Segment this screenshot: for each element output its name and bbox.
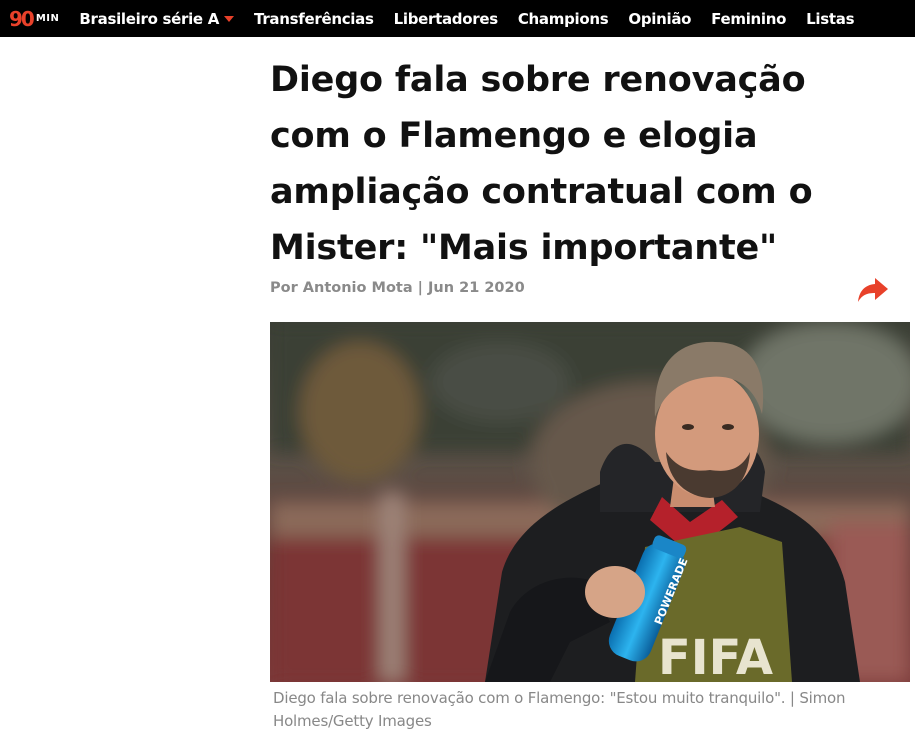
nav-item-brasileiro-serie-a[interactable]: Brasileiro série A <box>79 9 235 28</box>
nav-item-label: Transferências <box>254 9 374 28</box>
chevron-down-icon <box>224 15 235 22</box>
nav-item-label: Opinião <box>628 9 692 28</box>
article-hero-image: FIFA POWERADE <box>270 322 910 682</box>
nav-menu: Brasileiro série A Transferências Libert… <box>79 0 874 37</box>
article-byline: Por Antonio Mota | Jun 21 2020 <box>270 280 525 296</box>
share-button[interactable] <box>857 276 889 304</box>
headline-line: Mister: "Mais importante" <box>270 228 778 268</box>
nav-item-listas[interactable]: Listas <box>806 10 854 28</box>
player-photo: FIFA POWERADE <box>270 322 910 682</box>
caption-line: Diego fala sobre renovação com o Flameng… <box>273 689 846 707</box>
nav-item-opiniao[interactable]: Opinião <box>628 10 691 28</box>
headline-line: ampliação contratual com o <box>270 172 813 212</box>
caption-line: Holmes/Getty Images <box>273 712 432 730</box>
logo-suffix: MIN <box>35 12 60 24</box>
article-headline: Diego fala sobre renovação com o Flameng… <box>270 52 890 276</box>
headline-line: Diego fala sobre renovação <box>270 60 806 100</box>
nav-item-label: Champions <box>517 9 609 28</box>
nav-item-label: Listas <box>806 9 855 28</box>
logo-number: 90 <box>9 6 35 31</box>
nav-item-label: Brasileiro série A <box>79 9 220 28</box>
nav-item-feminino[interactable]: Feminino <box>711 10 786 28</box>
nav-item-label: Feminino <box>711 9 787 28</box>
headline-line: com o Flamengo e elogia <box>270 116 758 156</box>
image-caption: Diego fala sobre renovação com o Flameng… <box>273 687 903 733</box>
nav-item-champions[interactable]: Champions <box>518 10 609 28</box>
share-arrow-icon <box>858 278 888 302</box>
nav-item-libertadores[interactable]: Libertadores <box>393 9 499 28</box>
nav-item-label: Libertadores <box>393 9 499 28</box>
top-navigation-bar: 90 MIN Brasileiro série A Transferências… <box>0 0 915 37</box>
site-logo[interactable]: 90 MIN <box>9 9 59 29</box>
nav-item-transferencias[interactable]: Transferências <box>254 10 374 28</box>
shirt-text: FIFA <box>658 630 773 682</box>
